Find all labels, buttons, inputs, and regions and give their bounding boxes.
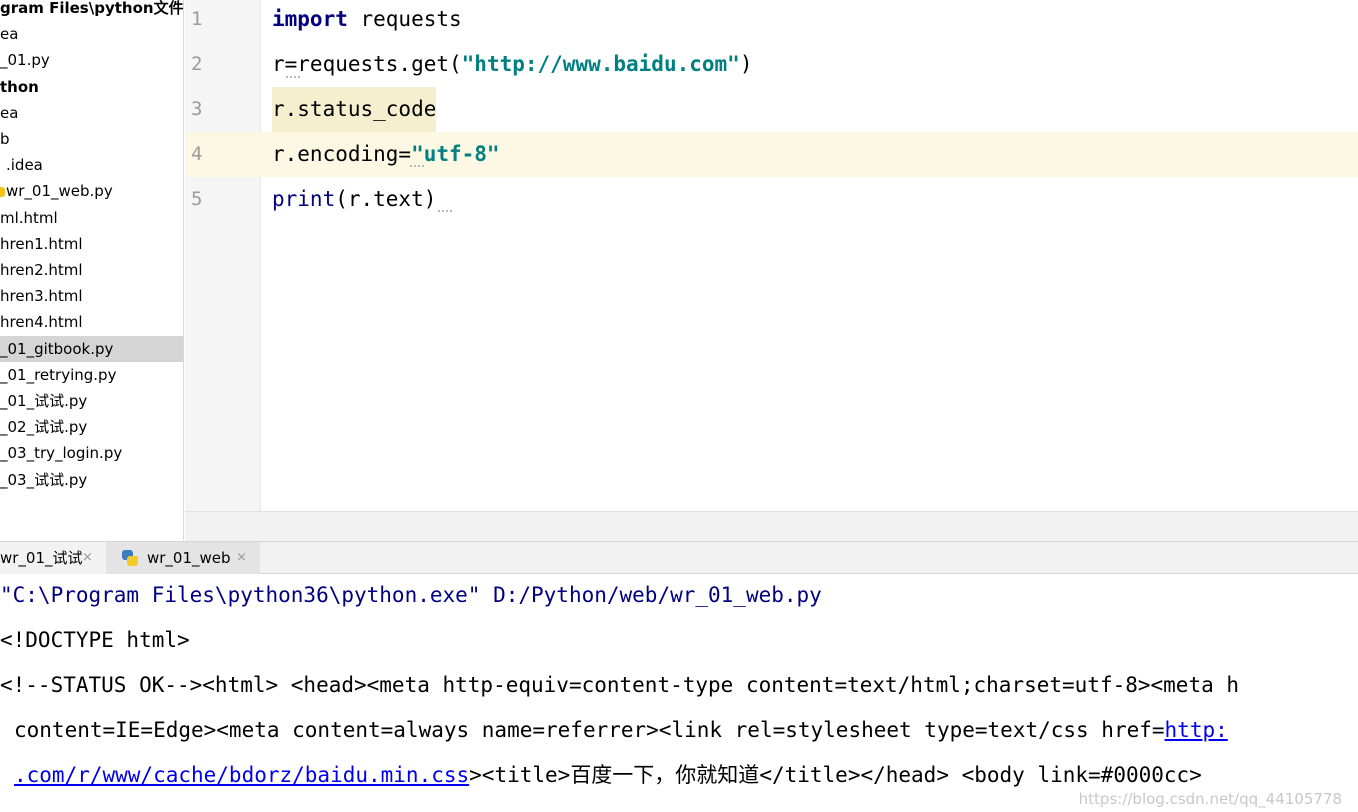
- console-text: ><title>: [469, 763, 571, 787]
- console-link[interactable]: http:: [1165, 718, 1228, 742]
- tree-item[interactable]: ml.html: [0, 205, 183, 231]
- tree-item[interactable]: _03_试试.py: [0, 467, 183, 493]
- tree-item-label: _01_gitbook.py: [0, 339, 114, 358]
- tree-item[interactable]: _01_试试.py: [0, 388, 183, 414]
- warning-squiggle: [438, 207, 452, 212]
- tree-item-label: ml.html: [0, 208, 58, 227]
- tree-item[interactable]: _01_gitbook.py: [0, 335, 183, 362]
- code-line[interactable]: import requests: [272, 0, 462, 42]
- code-line[interactable]: r.status_code: [272, 87, 437, 132]
- tree-item-label: _03_try_login.py: [0, 444, 123, 463]
- console-line: "C:\Program Files\python36\python.exe" D…: [0, 575, 822, 618]
- tree-item-label: _01_试试.py: [0, 392, 88, 410]
- code-token: print: [272, 187, 336, 211]
- line-number: 5: [191, 188, 203, 210]
- code-token: "http://www.baidu.com": [461, 52, 740, 76]
- code-line[interactable]: r.encoding="utf-8": [272, 132, 500, 177]
- python-logo-icon: [122, 550, 138, 566]
- editor-horizontal-scrollbar[interactable]: [185, 511, 1358, 541]
- tree-item[interactable]: _03_try_login.py: [0, 440, 183, 466]
- code-token: requests: [347, 7, 462, 31]
- tab-run-wr-01-shishi[interactable]: wr_01_试试 ×: [0, 542, 106, 574]
- tree-item-label: _03_试试.py: [0, 470, 88, 489]
- tree-item-label: hren4.html: [0, 313, 83, 332]
- tree-item-label: hren1.html: [0, 234, 83, 253]
- tree-item[interactable]: hren3.html: [0, 283, 183, 309]
- code-token: r.status_code: [272, 87, 437, 132]
- python-file-icon: [0, 187, 5, 198]
- tree-item[interactable]: hren4.html: [0, 309, 183, 335]
- line-number: 2: [191, 53, 203, 75]
- tree-item[interactable]: wr_01_web.py: [0, 178, 183, 204]
- tab-label: wr_01_web: [147, 549, 231, 567]
- code-token: "utf-8": [411, 142, 500, 166]
- tab-run-wr-01-web[interactable]: wr_01_web ×: [106, 542, 260, 574]
- tree-item[interactable]: b: [0, 126, 183, 152]
- tree-item-label: ea: [0, 25, 19, 44]
- code-token: import: [272, 7, 348, 31]
- console-line: <!DOCTYPE html>: [0, 618, 190, 663]
- warning-squiggle: [410, 162, 424, 167]
- tree-item[interactable]: ea: [0, 21, 183, 47]
- tree-item[interactable]: _01.py: [0, 47, 183, 73]
- line-number: 1: [191, 8, 203, 30]
- code-line[interactable]: r=requests.get("http://www.baidu.com"): [272, 42, 752, 87]
- project-tree: gram Files\python文件 ea _01.python ea b .idea w…: [0, 0, 184, 540]
- tree-item-label: b: [0, 130, 10, 148]
- tree-item[interactable]: _02_试试.py: [0, 414, 183, 440]
- tree-item[interactable]: hren1.html: [0, 231, 183, 257]
- console-text: 百度一下，你就知道: [570, 763, 760, 787]
- tree-item[interactable]: gram Files\python文件: [0, 0, 184, 21]
- code-token: (r.text): [335, 187, 437, 211]
- tree-item-label: _02_试试.py: [0, 418, 88, 437]
- console-text: <!DOCTYPE html>: [0, 628, 190, 652]
- console-link[interactable]: .com/r/www/cache/bdorz/baidu.min.css: [14, 763, 469, 787]
- console-text: </title></head> <body link=#0000cc>: [759, 763, 1202, 787]
- tree-item[interactable]: thon: [0, 74, 183, 100]
- tree-item-label: hren3.html: [0, 287, 83, 306]
- console-line: content=IE=Edge><meta content=always nam…: [14, 708, 1228, 753]
- console-line: <!--STATUS OK--><html> <head><meta http-…: [0, 663, 1239, 708]
- code-token: r=requests.get(: [272, 52, 462, 76]
- tab-label: wr_01_试试: [0, 549, 83, 567]
- tree-item[interactable]: ea: [0, 100, 183, 126]
- close-icon[interactable]: ×: [236, 542, 247, 574]
- tree-item[interactable]: .idea: [0, 152, 183, 178]
- close-icon[interactable]: ×: [82, 542, 93, 574]
- warning-squiggle: [286, 73, 300, 78]
- run-console-output[interactable]: https://blog.csdn.net/qq_44105778 "C:\Pr…: [0, 575, 1358, 812]
- console-line: .com/r/www/cache/bdorz/baidu.min.css><ti…: [14, 753, 1202, 798]
- code-token: ): [739, 52, 753, 76]
- tree-item-label: _01.py: [0, 51, 50, 70]
- code-line[interactable]: print(r.text): [272, 177, 436, 222]
- console-text: content=IE=Edge><meta content=always nam…: [14, 718, 1165, 742]
- tree-item-label: ea: [0, 103, 19, 122]
- tree-item[interactable]: hren2.html: [0, 257, 183, 283]
- tree-item-label: hren2.html: [0, 261, 83, 279]
- tree-item-label: wr_01_web.py: [6, 182, 113, 201]
- console-text: "C:\Program Files\python36\python.exe" D…: [0, 583, 822, 607]
- line-number: 3: [191, 98, 203, 120]
- line-number: 4: [191, 143, 203, 165]
- tree-item[interactable]: _01_retrying.py: [0, 362, 183, 388]
- tree-item-label: _01_retrying.py: [0, 365, 117, 384]
- code-token: r.encoding=: [272, 142, 412, 166]
- tree-item-label: thon: [0, 77, 39, 96]
- console-text: <!--STATUS OK--><html> <head><meta http-…: [0, 673, 1240, 697]
- run-tab-bar: wr_01_试试 × wr_01_web ×: [0, 541, 1358, 574]
- tree-item-label: gram Files\python文件: [0, 0, 184, 17]
- tree-item-label: .idea: [6, 156, 43, 175]
